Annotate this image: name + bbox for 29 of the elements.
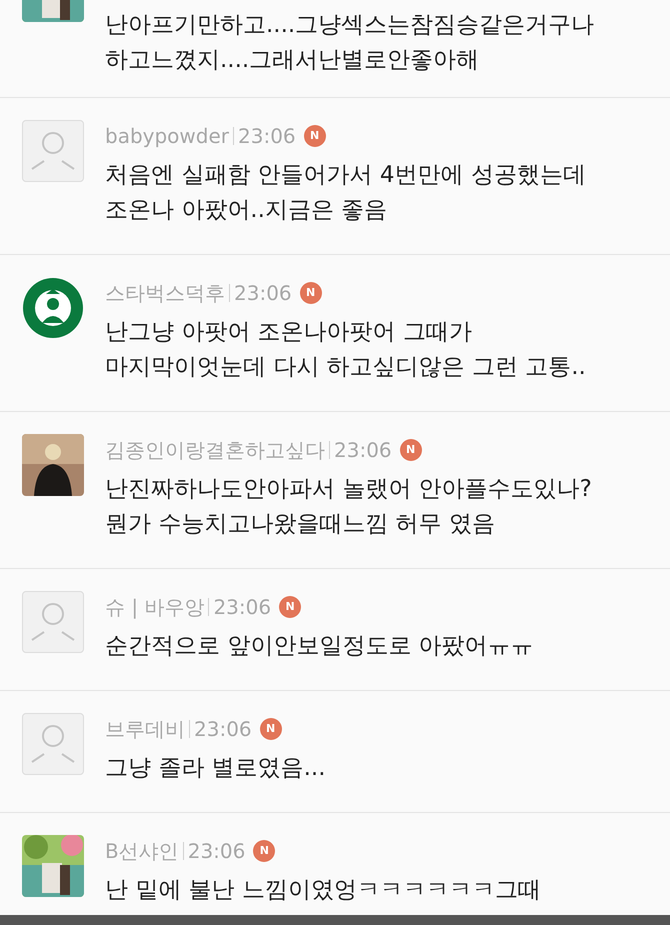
author-name[interactable]: 김종인이랑결혼하고싶다 bbox=[105, 435, 325, 465]
author-name[interactable]: 브루데비 bbox=[105, 714, 185, 744]
comment-text: 그냥 졸라 별로였음... bbox=[105, 754, 326, 783]
default-avatar-icon bbox=[22, 713, 84, 775]
new-badge: N bbox=[253, 840, 276, 862]
new-badge: N bbox=[260, 718, 282, 740]
comment-time: 23:06 bbox=[234, 280, 292, 307]
author-name[interactable]: babypowder bbox=[105, 121, 229, 151]
comment-time: 23:06 bbox=[194, 716, 252, 743]
comment-time: 23:06 bbox=[238, 123, 296, 150]
comment-text: 난그냥 아팟어 조온나아팟어 그때가 마지막이엇눈데 다시 하고싶디않은 그런 고통.. bbox=[105, 318, 586, 382]
comment-time: 23:06 bbox=[188, 838, 246, 865]
author-name[interactable]: 스타벅스덕후 bbox=[105, 278, 225, 308]
comment-time: 23:06 bbox=[213, 594, 272, 621]
comment-time: 23:06 bbox=[334, 437, 392, 464]
comment-text: 순간적으로 앞이안보일정도로 아팠어ㅠㅠ bbox=[105, 632, 534, 661]
comment-text: 난진짜하나도안아파서 놀랬어 안아플수도있나? 뭔가 수능치고나왔을때느낌 허무 였음 bbox=[105, 475, 592, 539]
new-badge: N bbox=[304, 125, 326, 147]
default-avatar-icon bbox=[22, 120, 84, 182]
default-avatar-icon bbox=[22, 591, 84, 653]
author-name[interactable]: 슈 | 바우앙 bbox=[105, 592, 204, 622]
comment-text: 난아프기만하고....그냥섹스는참짐승같은거구나 하고느꼈지....그래서난별로안좋아해 bbox=[105, 11, 594, 75]
comment-text: 처음엔 실패함 안들어가서 4번만에 성공했는데 조온나 아팠어..지금은 좋음 bbox=[105, 161, 586, 225]
author-name[interactable]: B선샤인 bbox=[105, 836, 179, 866]
new-badge: N bbox=[300, 282, 322, 304]
comment-text: 난 밑에 불난 느낌이였엉ㅋㅋㅋㅋㅋㅋ그때 bbox=[105, 876, 541, 905]
new-badge: N bbox=[279, 596, 302, 618]
mermaid-logo-icon bbox=[22, 277, 84, 339]
new-badge: N bbox=[400, 439, 422, 461]
